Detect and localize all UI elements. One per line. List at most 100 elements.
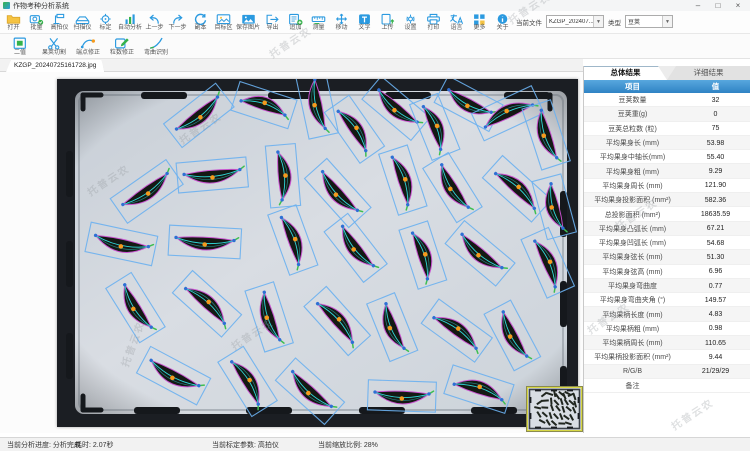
row-label: 平均果身凸弧长 (mm) [584,224,681,234]
toolbar-button-label: 保存图片 [236,25,260,32]
table-row[interactable]: 豆荚数量32 [584,93,750,107]
toolbar-button-settings[interactable]: 设置 [399,11,422,32]
toolbar-button-label: 移动 [336,25,348,32]
toolbar-button-scanner[interactable]: 扫描仪 [71,11,94,32]
table-row[interactable]: 总投影面积 (mm²)18635.59 [584,207,750,221]
table-row[interactable]: 平均果身凸弧长 (mm)67.21 [584,222,750,236]
toolbar-button-save-image[interactable]: 保存图片 [235,11,261,32]
row-label: 平均果柄周长 (mm) [584,338,681,348]
toolbar-button-bend-detect[interactable]: 弯曲识别 [141,35,171,57]
table-row[interactable]: 平均果身粗 (mm)9.29 [584,164,750,178]
calibrate-icon [98,12,113,25]
toolbar-button-pod-cut[interactable]: 果荚切割 [39,35,69,57]
tab-detailed-results[interactable]: 详细结果 [667,66,750,80]
toolbar-button-more[interactable]: 更多 [468,11,491,32]
binary-icon [12,35,28,50]
type-label: 类型 [608,17,621,27]
minimap-slot [535,390,541,392]
table-row[interactable]: 平均果身弦长 (mm)51.30 [584,250,750,264]
minimap[interactable] [527,387,582,431]
duplicate-icon [193,12,208,25]
results-panel: 总体结果 详细结果 项目 值 豆荚数量32豆荚重(g)0豆荚总粒数 (粒)75平… [583,66,750,433]
table-row[interactable]: 豆荚总粒数 (粒)75 [584,122,750,136]
tray-slot [560,281,567,327]
current-file-label: 当前文件 [516,17,542,27]
scanner-icon [75,12,90,25]
table-row[interactable]: 平均果柄周长 (mm)110.65 [584,336,750,350]
save-image-icon [241,12,256,25]
table-row[interactable]: 平均果身中轴长(mm)55.40 [584,150,750,164]
table-row[interactable]: 平均果柄粗 (mm)0.98 [584,322,750,336]
toolbar-button-label: 目标区 [215,25,233,32]
tab-overall-results[interactable]: 总体结果 [584,66,667,80]
row-label: 平均果身周长 (mm) [584,181,681,191]
toolbar-button-batch[interactable]: 批量 [25,11,48,32]
row-label: 平均果身弦长 (mm) [584,252,681,262]
toolbar-button-auto-analyze[interactable]: 自动分析 [117,11,143,32]
toolbar-button-doc-camera[interactable]: 高拍仪 [48,11,71,32]
table-row[interactable]: 备注 [584,379,750,393]
maximize-button[interactable]: □ [708,0,728,11]
row-value: 0.77 [681,283,750,290]
pod-cut-icon [46,35,62,50]
document-tab[interactable]: KZGP_20240725161728.jpg [6,60,104,72]
current-file-dropdown[interactable]: KZGP_202407... ▼ [546,15,604,28]
toolbar-button-redo[interactable]: 下一步 [166,11,189,32]
toolbar-button-measure[interactable]: 测量 [307,11,330,32]
row-value: 0.98 [681,325,750,332]
toolbar-button-count-fix[interactable]: 粒数修正 [107,35,137,57]
toolbar-button-open-folder[interactable]: 打开 [2,11,25,32]
batch-icon [29,12,44,25]
edit-toolbar-items: 二值果荚切割端点修正粒数修正弯曲识别 [5,35,171,57]
toolbar-button-endpoint-fix[interactable]: 端点修正 [73,35,103,57]
doc-camera-icon [52,12,67,25]
row-label: 平均果身弯曲夹角 (°) [584,295,681,305]
toolbar-button-undo[interactable]: 上一步 [143,11,166,32]
toolbar-button-calibrate[interactable]: 标定 [94,11,117,32]
open-folder-icon [6,12,21,25]
toolbar-button-text[interactable]: 文字 [353,11,376,32]
specimen-photo[interactable] [57,79,578,427]
toolbar-button-move[interactable]: 移动 [330,11,353,32]
table-row[interactable]: R/G/B21/29/29 [584,365,750,379]
toolbar-button-binary[interactable]: 二值 [5,35,35,57]
minimize-button[interactable]: – [688,0,708,11]
document-tab-bar: KZGP_20240725161728.jpg [0,59,583,72]
close-button[interactable]: × [728,0,748,11]
table-row[interactable]: 平均果身弯曲夹角 (°)149.57 [584,293,750,307]
row-value: 4.83 [681,311,750,318]
app-logo-icon [3,2,10,9]
toolbar-button-upload[interactable]: 上传 [376,11,399,32]
toolbar-button-print[interactable]: 打印 [422,11,445,32]
toolbar-button-append[interactable]: 追加 [284,11,307,32]
table-row[interactable]: 平均果身弯曲度0.77 [584,279,750,293]
table-row[interactable]: 平均果柄投影面积 (mm²)9.44 [584,350,750,364]
table-row[interactable]: 平均果身投影面积 (mm²)582.36 [584,193,750,207]
row-value: 67.21 [681,225,750,232]
toolbar-button-about[interactable]: 关于 [491,11,514,32]
table-row[interactable]: 平均果身周长 (mm)121.90 [584,179,750,193]
minimap-pod [558,422,565,424]
toolbar-button-label: 测量 [313,25,325,32]
toolbar-button-label: 扫描仪 [73,25,91,32]
row-label: 平均果身长 (mm) [584,138,681,148]
tray-slot [66,241,73,287]
toolbar-button-label: 上传 [382,25,394,32]
type-dropdown[interactable]: 豆荚 ▼ [625,15,673,28]
current-file-value: KZGP_202407... [547,19,593,25]
table-row[interactable]: 豆荚重(g)0 [584,107,750,121]
status-bar: 当前分析进度: 分析完成耗时: 2.07秒当前标定参数: 高拍仪当前缩放比例: … [0,437,750,451]
row-value: 9.44 [681,354,750,361]
window-controls: – □ × [688,0,748,11]
table-row[interactable]: 平均果柄长度 (mm)4.83 [584,307,750,321]
toolbar-button-duplicate[interactable]: 副本 [189,11,212,32]
row-value: 54.68 [681,240,750,247]
toolbar-button-label: 批量 [30,25,42,32]
table-row[interactable]: 平均果身长 (mm)53.98 [584,136,750,150]
toolbar-button-target-region[interactable]: 目标区 [212,11,235,32]
toolbar-button-label: 设置 [405,25,417,32]
table-row[interactable]: 平均果身弦高 (mm)6.96 [584,265,750,279]
table-row[interactable]: 平均果身凹弧长 (mm)54.68 [584,236,750,250]
toolbar-button-language[interactable]: 语言 [445,11,468,32]
toolbar-button-export[interactable]: 导出 [261,11,284,32]
